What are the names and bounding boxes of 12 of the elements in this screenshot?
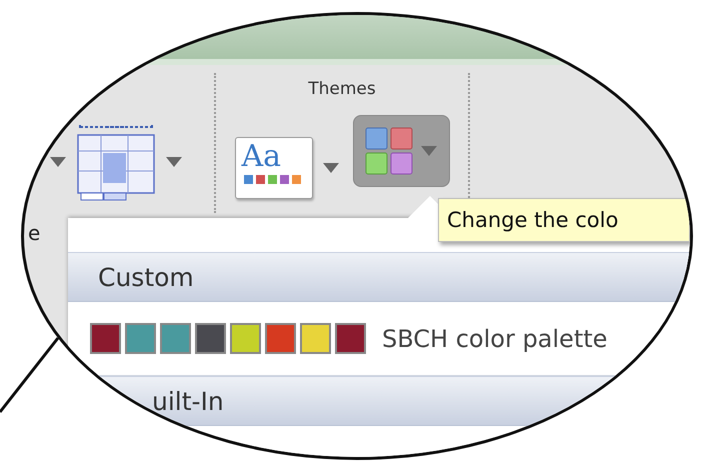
group-label: e: [28, 221, 42, 245]
theme-colors-button[interactable]: [352, 115, 450, 187]
caret-icon: [421, 146, 437, 156]
caret-icon[interactable]: [50, 157, 66, 167]
color-grid-icon: [365, 127, 413, 175]
caret-icon[interactable]: [322, 163, 338, 173]
group-label: Themes: [308, 79, 376, 99]
tooltip: Change the colo: [438, 198, 690, 242]
theme-fonts-icon[interactable]: Aa: [234, 137, 312, 199]
section-header: Custom: [68, 252, 690, 302]
caret-icon[interactable]: [166, 157, 182, 167]
table-layout-icon[interactable]: [76, 123, 156, 201]
